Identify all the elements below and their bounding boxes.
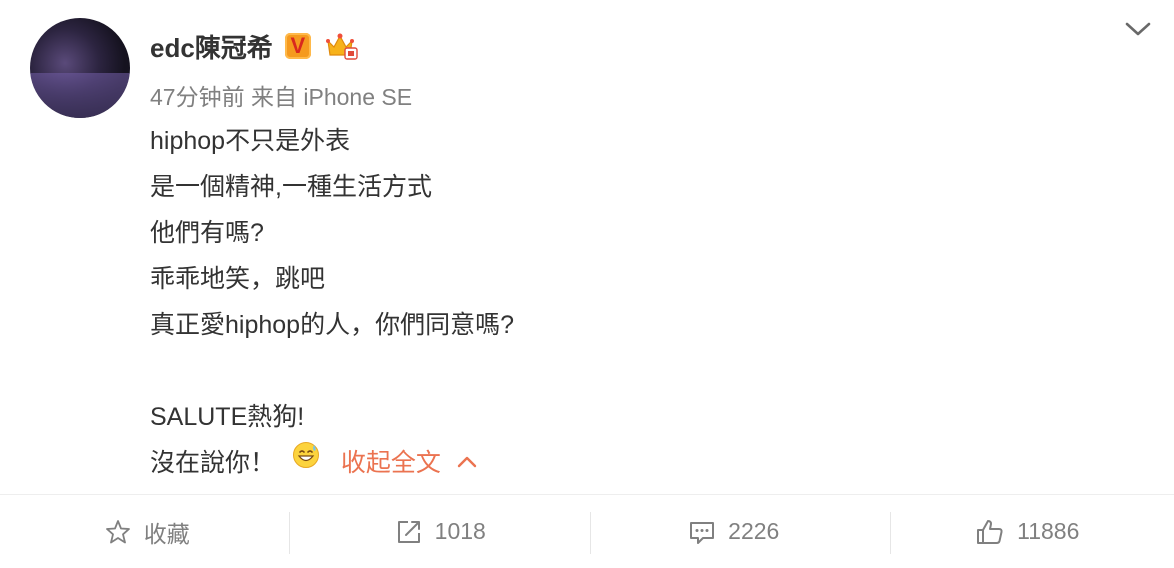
post-content: hiphop不只是外表 是一個精神,一種生活方式 他們有嗎? 乖乖地笑，跳吧 真… — [150, 118, 514, 486]
favorite-label: 收藏 — [143, 520, 190, 547]
name-row: edc陳冠希 V — [150, 26, 359, 66]
like-button[interactable]: 11886 — [881, 495, 1174, 568]
divider — [289, 512, 290, 554]
action-bar: 收藏 1018 2226 11886 — [0, 495, 1174, 568]
post-line: SALUTE熱狗! — [150, 403, 305, 431]
collapse-link[interactable]: 收起全文 — [341, 449, 477, 477]
comment-count: 2226 — [728, 518, 780, 544]
username[interactable]: edc陳冠希 — [150, 28, 273, 65]
repost-icon — [397, 520, 420, 543]
repost-button[interactable]: 1018 — [294, 495, 588, 568]
post-line: 是一個精神,一種生活方式 — [150, 173, 432, 201]
divider — [890, 512, 891, 554]
member-crown-icon[interactable] — [325, 31, 359, 61]
star-icon — [105, 519, 130, 543]
post-line: 他們有嗎? — [150, 219, 264, 247]
like-count: 11886 — [1017, 518, 1080, 544]
chevron-down-icon[interactable] — [1123, 14, 1153, 44]
post-meta: 47分钟前 来自 iPhone SE — [150, 84, 413, 110]
post-last-line: 沒在說你！ 收起全文 — [150, 440, 514, 486]
post-line: 乖乖地笑，跳吧 — [150, 265, 326, 293]
comment-icon — [690, 521, 715, 544]
chevron-up-icon[interactable] — [457, 455, 477, 469]
post-line: hiphop不只是外表 — [150, 127, 351, 155]
collapse-label[interactable]: 收起全文 — [341, 449, 441, 477]
post-line: 沒在說你！ — [150, 449, 276, 477]
avatar[interactable] — [30, 18, 130, 118]
repost-count: 1018 — [434, 518, 486, 544]
sweat-smile-emoji-icon — [292, 438, 320, 484]
thumbs-up-icon — [977, 519, 1003, 544]
post-line: 真正愛hiphop的人，你們同意嗎? — [150, 311, 514, 339]
favorite-button[interactable]: 收藏 — [0, 495, 294, 568]
verified-v-icon[interactable]: V — [284, 33, 311, 59]
divider — [590, 512, 591, 554]
comment-button[interactable]: 2226 — [587, 495, 881, 568]
